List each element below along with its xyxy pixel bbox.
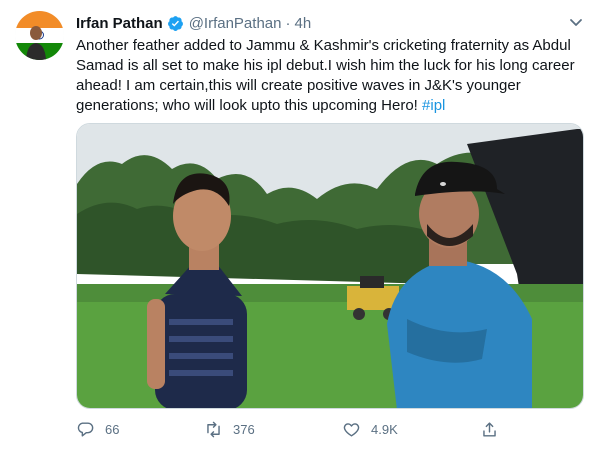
author-handle[interactable]: @IrfanPathan — [189, 15, 282, 32]
tweet-header: Irfan Pathan @IrfanPathan · 4h — [76, 12, 311, 34]
reply-button[interactable]: 66 — [76, 420, 119, 439]
tweet-actions: 66 376 4.9K — [76, 420, 496, 444]
tweet-photo[interactable] — [76, 123, 584, 409]
tweet-card[interactable]: Irfan Pathan @IrfanPathan · 4h Another f… — [0, 0, 600, 450]
tweet-text: Another feather added to Jammu & Kashmir… — [76, 36, 591, 116]
author-name[interactable]: Irfan Pathan — [76, 15, 163, 32]
share-icon — [483, 422, 496, 437]
like-count: 4.9K — [371, 422, 398, 437]
reply-icon — [77, 422, 94, 437]
avatar-image — [15, 11, 64, 60]
chevron-down-icon[interactable] — [566, 12, 586, 32]
avatar[interactable] — [15, 11, 64, 60]
reply-count: 66 — [105, 422, 120, 437]
hashtag-link[interactable]: #ipl — [422, 97, 445, 114]
photo-illustration — [77, 124, 583, 408]
retweet-icon — [207, 421, 220, 438]
heart-icon — [343, 423, 360, 437]
tweet-timestamp[interactable]: 4h — [294, 15, 311, 32]
retweet-count: 376 — [233, 422, 255, 437]
tweet-body: Another feather added to Jammu & Kashmir… — [76, 37, 575, 114]
retweet-button[interactable]: 376 — [204, 420, 255, 439]
like-button[interactable]: 4.9K — [342, 420, 398, 439]
verified-badge-icon — [167, 15, 184, 32]
separator-dot: · — [285, 14, 291, 32]
share-button[interactable] — [480, 420, 509, 439]
